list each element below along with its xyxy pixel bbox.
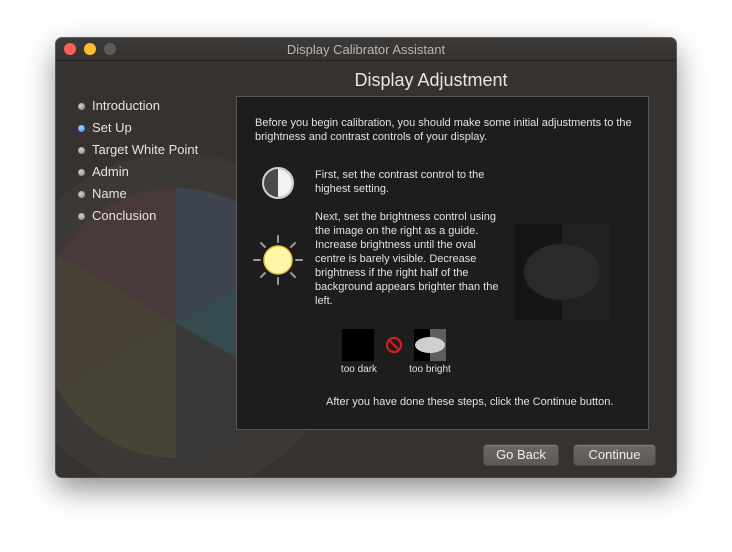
too-dark-sample bbox=[342, 329, 374, 361]
contrast-instruction: First, set the contrast control to the h… bbox=[315, 169, 485, 195]
brightness-guide-image bbox=[514, 224, 610, 320]
calibrator-window: Display Calibrator Assistant Display Adj… bbox=[56, 38, 676, 477]
title-bar[interactable]: Display Calibrator Assistant bbox=[56, 38, 676, 61]
sun-icon bbox=[253, 235, 303, 285]
brightness-instruction: Next, set the brightness control using t… bbox=[315, 211, 499, 307]
page-title: Display Adjustment bbox=[354, 70, 508, 90]
step-label: Admin bbox=[92, 164, 129, 179]
step-label: Name bbox=[92, 186, 127, 201]
too-dark-caption: too dark bbox=[340, 364, 378, 375]
step-bullet-icon bbox=[78, 147, 85, 154]
step-bullet-icon bbox=[78, 191, 85, 198]
step-bullet-icon bbox=[78, 103, 85, 110]
step-label: Set Up bbox=[92, 120, 132, 135]
intro-text: Before you begin calibration, you should… bbox=[255, 117, 632, 143]
step-label: Conclusion bbox=[92, 208, 157, 223]
prohibited-icon bbox=[385, 336, 403, 354]
go-back-button[interactable]: Go Back bbox=[483, 444, 559, 466]
step-bullet-icon bbox=[78, 169, 85, 176]
too-bright-caption: too bright bbox=[409, 364, 451, 375]
step-label: Introduction bbox=[92, 98, 160, 113]
contrast-icon bbox=[262, 167, 294, 199]
step-bullet-icon-active bbox=[78, 125, 85, 132]
step-label: Target White Point bbox=[92, 142, 199, 157]
too-bright-sample bbox=[414, 329, 446, 361]
window-title: Display Calibrator Assistant bbox=[286, 42, 446, 57]
content-panel: Before you begin calibration, you should… bbox=[236, 96, 649, 430]
continue-button[interactable]: Continue bbox=[573, 444, 656, 466]
step-bullet-icon bbox=[78, 213, 85, 220]
after-steps-text: After you have done these steps, click t… bbox=[326, 396, 614, 408]
